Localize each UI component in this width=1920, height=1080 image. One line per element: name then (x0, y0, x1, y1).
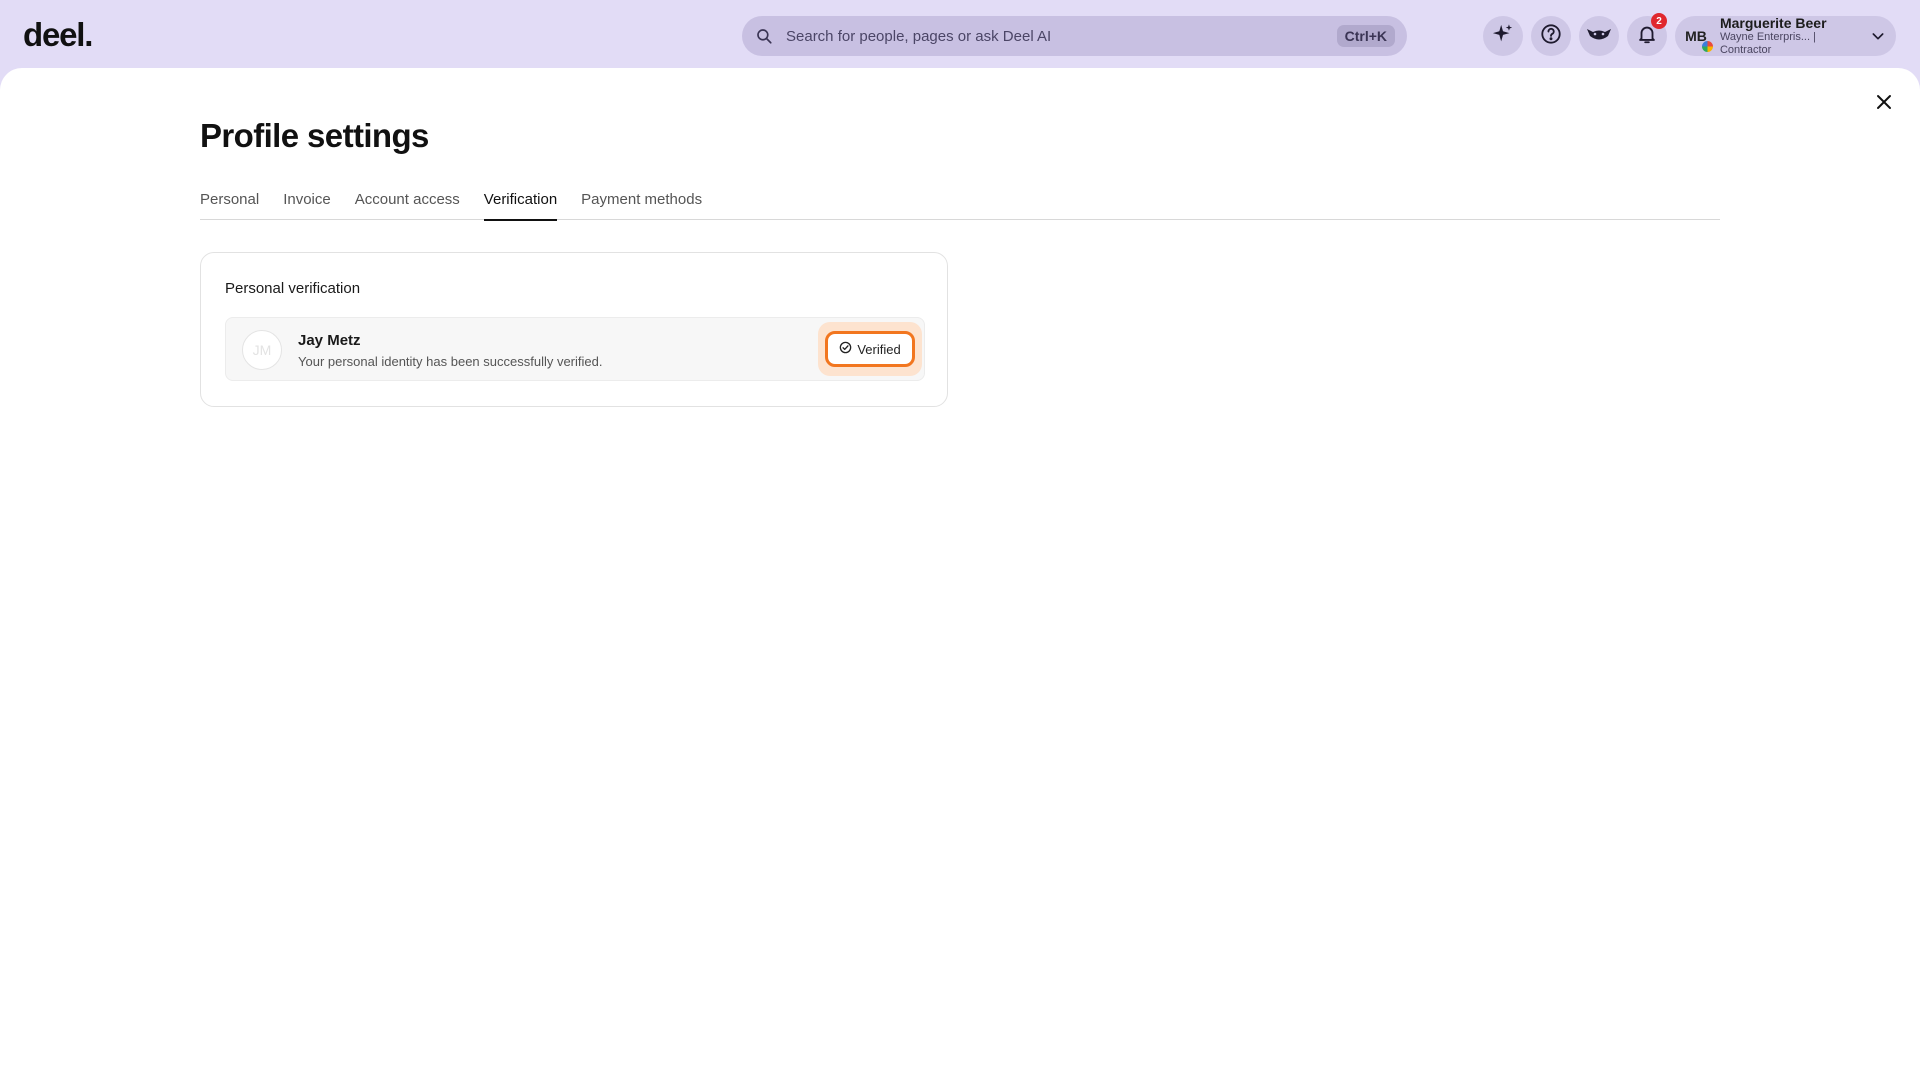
company-logo-icon (1700, 40, 1714, 53)
help-icon (1540, 23, 1562, 50)
page-title: Profile settings (200, 117, 429, 154)
tab-payment-methods[interactable]: Payment methods (581, 188, 702, 220)
notifications-button[interactable]: 2 (1627, 13, 1667, 56)
verified-status-label: Verified (857, 341, 901, 357)
avatar: MB (1681, 21, 1714, 53)
tab-invoice[interactable]: Invoice (283, 188, 331, 220)
verified-badge-focus-ring: Verified (818, 322, 922, 376)
top-bar: deel. Ctrl+K 2 MB Marguerite (0, 0, 1920, 70)
person-initials: JM (252, 342, 272, 358)
person-name: Jay Metz (298, 332, 361, 349)
user-menu[interactable]: MB Marguerite Beer Wayne Enterpris... | … (1675, 15, 1896, 56)
settings-tabs: Personal Invoice Account access Verifica… (200, 188, 1720, 221)
ai-assistant-button[interactable] (1483, 16, 1523, 56)
tab-personal[interactable]: Personal (200, 188, 259, 220)
user-subtitle: Wayne Enterpris... | Contractor (1719, 31, 1816, 57)
ai-sparkle-icon (1492, 23, 1514, 50)
personal-verification-card: Personal verification JM Jay Metz Your p… (200, 252, 948, 407)
tab-account-access[interactable]: Account access (355, 188, 460, 220)
tab-verification[interactable]: Verification (483, 188, 558, 221)
search-input[interactable] (786, 16, 1337, 56)
help-button[interactable] (1531, 16, 1571, 56)
global-search[interactable]: Ctrl+K (742, 16, 1407, 56)
verification-description: Your personal identity has been successf… (298, 354, 603, 369)
person-avatar: JM (242, 330, 282, 370)
search-shortcut-badge: Ctrl+K (1336, 25, 1395, 47)
verification-row: JM Jay Metz Your personal identity has b… (225, 317, 925, 381)
user-name: Marguerite Beer (1719, 15, 1827, 32)
notification-count-badge: 2 (1651, 13, 1667, 29)
close-button[interactable] (1872, 92, 1896, 116)
check-circle-icon (839, 341, 852, 357)
chevron-down-icon[interactable] (1870, 28, 1886, 44)
deel-mascot-icon (1586, 24, 1612, 49)
deel-logo[interactable]: deel. (23, 16, 93, 54)
search-icon (754, 26, 774, 46)
user-info: Marguerite Beer Wayne Enterpris... | Con… (1720, 15, 1870, 56)
profile-settings-panel: Profile settings Personal Invoice Accoun… (0, 68, 1920, 1080)
verified-status-badge[interactable]: Verified (825, 331, 915, 367)
close-icon (1875, 93, 1893, 116)
deel-mascot-button[interactable] (1579, 16, 1619, 56)
card-title: Personal verification (225, 280, 361, 297)
